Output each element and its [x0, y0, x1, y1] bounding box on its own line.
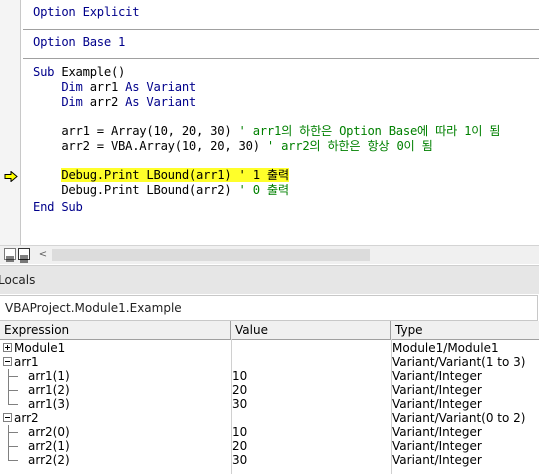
table-row[interactable]: arr2(2) 30 Variant/Integer — [0, 453, 539, 467]
code-comment: ' arr2의 하한은 항상 0이 됨 — [266, 139, 433, 153]
expand-icon[interactable] — [3, 343, 12, 352]
code-line[interactable]: Debug.Print LBound(arr1) ' 1 출력 — [33, 168, 289, 183]
cell-expression: arr2(2) — [28, 453, 70, 467]
code-line[interactable]: Dim arr1 As Variant — [33, 80, 196, 95]
table-row[interactable]: Module1 Module1/Module1 — [0, 341, 539, 355]
locals-grid[interactable]: Expression Value Type Module1 Module1/Mod… — [0, 321, 539, 474]
procedure-view-icon — [6, 256, 14, 262]
margin-indicator-bar[interactable] — [0, 0, 21, 245]
column-header-type[interactable]: Type — [391, 321, 539, 339]
cell-expression: arr1(3) — [28, 397, 70, 411]
code-keyword: Dim — [33, 80, 90, 94]
execution-pointer-icon — [4, 171, 18, 182]
locals-window-title-bar[interactable]: Locals — [0, 265, 539, 294]
editor-status-bar: < — [0, 245, 539, 264]
cell-expression: arr2 — [14, 411, 39, 425]
code-keyword: Option Explicit — [33, 5, 140, 19]
collapse-icon[interactable] — [3, 413, 12, 422]
code-comment: ' arr1의 하한은 Option Base에 따라 1이 됨 — [238, 124, 501, 138]
code-line[interactable]: Dim arr2 As Variant — [33, 95, 196, 110]
tree-line — [8, 404, 18, 405]
cell-expression: arr1(2) — [28, 383, 70, 397]
procedure-separator — [23, 29, 539, 30]
table-row[interactable]: arr1(2) 20 Variant/Integer — [0, 383, 539, 397]
locals-context: VBAProject.Module1.Example — [0, 295, 538, 321]
cell-type: Variant/Integer — [392, 397, 482, 411]
table-row[interactable]: arr2(0) 10 Variant/Integer — [0, 425, 539, 439]
cell-value[interactable]: 30 — [232, 397, 247, 411]
full-module-view-button[interactable] — [18, 248, 30, 263]
cell-type: Variant/Integer — [392, 425, 482, 439]
cell-type: Variant/Integer — [392, 383, 482, 397]
cell-type: Variant/Integer — [392, 439, 482, 453]
locals-window-title: Locals — [0, 273, 36, 287]
code-text: Example() — [61, 65, 126, 79]
code-text: arr2 — [89, 95, 126, 109]
cell-expression: arr1 — [14, 355, 39, 369]
table-row[interactable]: arr1(1) 10 Variant/Integer — [0, 369, 539, 383]
full-module-view-icon — [20, 255, 28, 263]
code-line[interactable]: Option Explicit — [33, 5, 140, 20]
tree-line — [8, 397, 9, 404]
code-line[interactable]: End Sub — [33, 200, 83, 215]
column-header-expression[interactable]: Expression — [0, 321, 231, 339]
cell-expression: arr2(0) — [28, 425, 70, 439]
cell-type: Variant/Variant(0 to 2) — [392, 411, 526, 425]
current-statement: Debug.Print LBound(arr1) ' 1 출력 — [61, 168, 289, 182]
locals-grid-header: Expression Value Type — [0, 321, 539, 340]
code-keyword: Option Base 1 — [33, 35, 126, 49]
code-line[interactable]: Option Base 1 — [33, 35, 125, 50]
cell-value[interactable]: 20 — [232, 439, 247, 453]
code-keyword: As Variant — [125, 95, 197, 109]
scroll-left-icon[interactable]: < — [36, 248, 50, 262]
procedure-separator — [23, 58, 539, 59]
column-header-value[interactable]: Value — [231, 321, 391, 339]
tree-line — [8, 432, 18, 433]
table-row[interactable]: arr2 Variant/Variant(0 to 2) — [0, 411, 539, 425]
code-line[interactable]: Sub Example() — [33, 65, 125, 80]
tree-line — [8, 453, 9, 460]
cell-expression: Module1 — [14, 341, 66, 355]
code-text: Debug.Print LBound(arr2) — [33, 183, 239, 197]
tree-line — [8, 376, 18, 377]
procedure-view-button[interactable] — [4, 248, 16, 262]
locals-context-label: VBAProject.Module1.Example — [5, 301, 182, 315]
code-text: arr1 — [89, 80, 126, 94]
code-editor[interactable]: Option Explicit Option Base 1 Sub Example(… — [0, 0, 539, 245]
code-line[interactable]: Debug.Print LBound(arr2) ' 0 출력 — [33, 183, 289, 198]
tree-line — [8, 460, 18, 461]
code-text: arr2 = VBA.Array(10, 20, 30) — [33, 139, 267, 153]
tree-line — [8, 446, 18, 447]
table-row[interactable]: arr2(1) 20 Variant/Integer — [0, 439, 539, 453]
cell-type: Variant/Integer — [392, 453, 482, 467]
collapse-icon[interactable] — [3, 357, 12, 366]
code-comment: ' 0 출력 — [238, 183, 290, 197]
code-keyword: As Variant — [125, 80, 197, 94]
cell-value[interactable]: 10 — [232, 425, 247, 439]
cell-type: Variant/Integer — [392, 369, 482, 383]
code-keyword: End Sub — [33, 200, 83, 214]
code-keyword: Sub — [33, 65, 62, 79]
cell-value[interactable]: 10 — [232, 369, 247, 383]
cell-type: Variant/Variant(1 to 3) — [392, 355, 526, 369]
cell-expression: arr2(1) — [28, 439, 70, 453]
cell-type: Module1/Module1 — [392, 341, 499, 355]
code-text: arr1 = Array(10, 20, 30) — [33, 124, 239, 138]
horizontal-scrollbar[interactable] — [52, 249, 370, 261]
cell-expression: arr1(1) — [28, 369, 70, 383]
tree-line — [8, 390, 18, 391]
table-row[interactable]: arr1 Variant/Variant(1 to 3) — [0, 355, 539, 369]
cell-value[interactable]: 30 — [232, 453, 247, 467]
code-line[interactable]: arr2 = VBA.Array(10, 20, 30) ' arr2의 하한은… — [33, 139, 433, 154]
cell-value[interactable]: 20 — [232, 383, 247, 397]
code-line[interactable]: arr1 = Array(10, 20, 30) ' arr1의 하한은 Opt… — [33, 124, 500, 139]
table-row[interactable]: arr1(3) 30 Variant/Integer — [0, 397, 539, 411]
code-keyword: Dim — [33, 95, 90, 109]
